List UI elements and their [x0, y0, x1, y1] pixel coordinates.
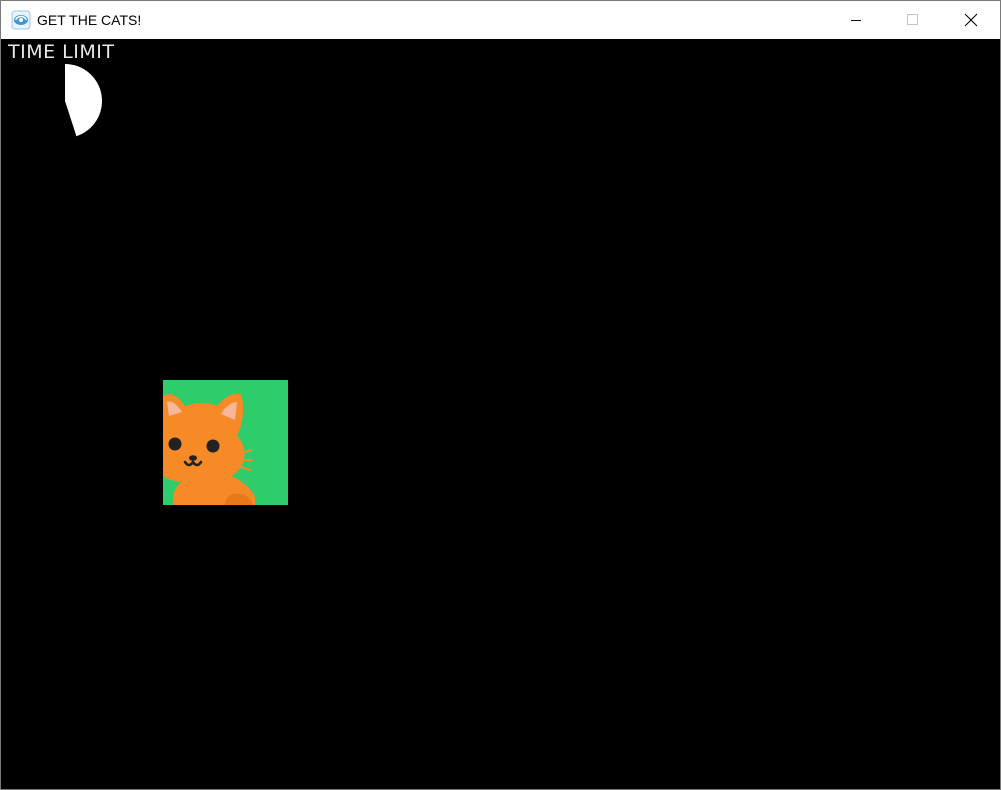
minimize-icon	[851, 20, 861, 21]
app-swirl-icon	[11, 10, 31, 30]
time-limit-timer	[65, 64, 102, 137]
timer-remaining-wedge	[65, 64, 102, 137]
maximize-button[interactable]	[884, 1, 942, 39]
window-title: GET THE CATS!	[37, 12, 142, 28]
maximize-icon	[907, 14, 918, 25]
game-window: GET THE CATS! TIME LIMIT	[0, 0, 1001, 790]
minimize-button[interactable]	[827, 1, 885, 39]
time-limit-label: TIME LIMIT	[8, 41, 115, 63]
cat-face-icon	[163, 393, 256, 505]
cat-target[interactable]	[163, 380, 288, 505]
close-button[interactable]	[942, 1, 1000, 39]
title-bar[interactable]: GET THE CATS!	[1, 1, 1000, 39]
close-icon	[964, 13, 978, 27]
game-canvas[interactable]: TIME LIMIT	[1, 39, 1000, 789]
